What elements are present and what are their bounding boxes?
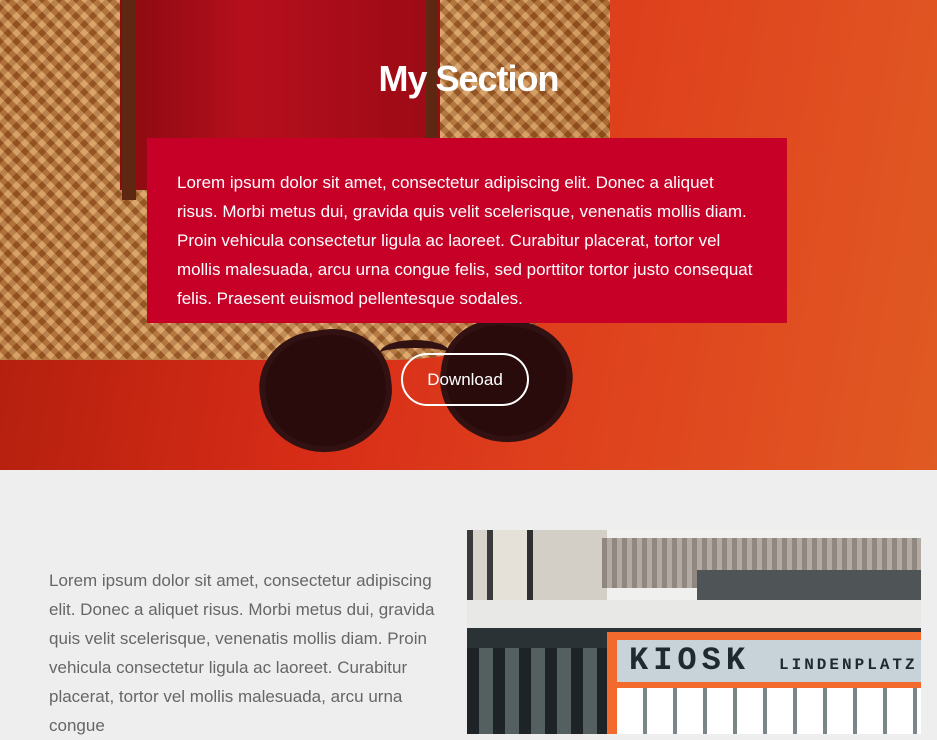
- building-facade: [467, 530, 607, 605]
- roof-railing: [697, 570, 921, 600]
- storefront-canopy: [467, 600, 921, 631]
- hero-text-box: Lorem ipsum dolor sit amet, consectetur …: [147, 138, 787, 323]
- content-paragraph: Lorem ipsum dolor sit amet, consectetur …: [49, 571, 435, 735]
- section-title: My Section: [378, 58, 559, 99]
- kiosk-sign-subtext: LINDENPLATZ: [779, 656, 918, 674]
- neighbor-shopfront: [467, 648, 607, 734]
- content-section: Lorem ipsum dolor sit amet, consectetur …: [0, 470, 937, 735]
- kiosk-sign-text: KIOSK: [629, 642, 751, 679]
- kiosk-window: [617, 688, 921, 734]
- kiosk-image: KIOSK LINDENPLATZ: [467, 530, 921, 734]
- download-button[interactable]: Download: [401, 353, 529, 406]
- hero-section: My Section Lorem ipsum dolor sit amet, c…: [0, 0, 937, 470]
